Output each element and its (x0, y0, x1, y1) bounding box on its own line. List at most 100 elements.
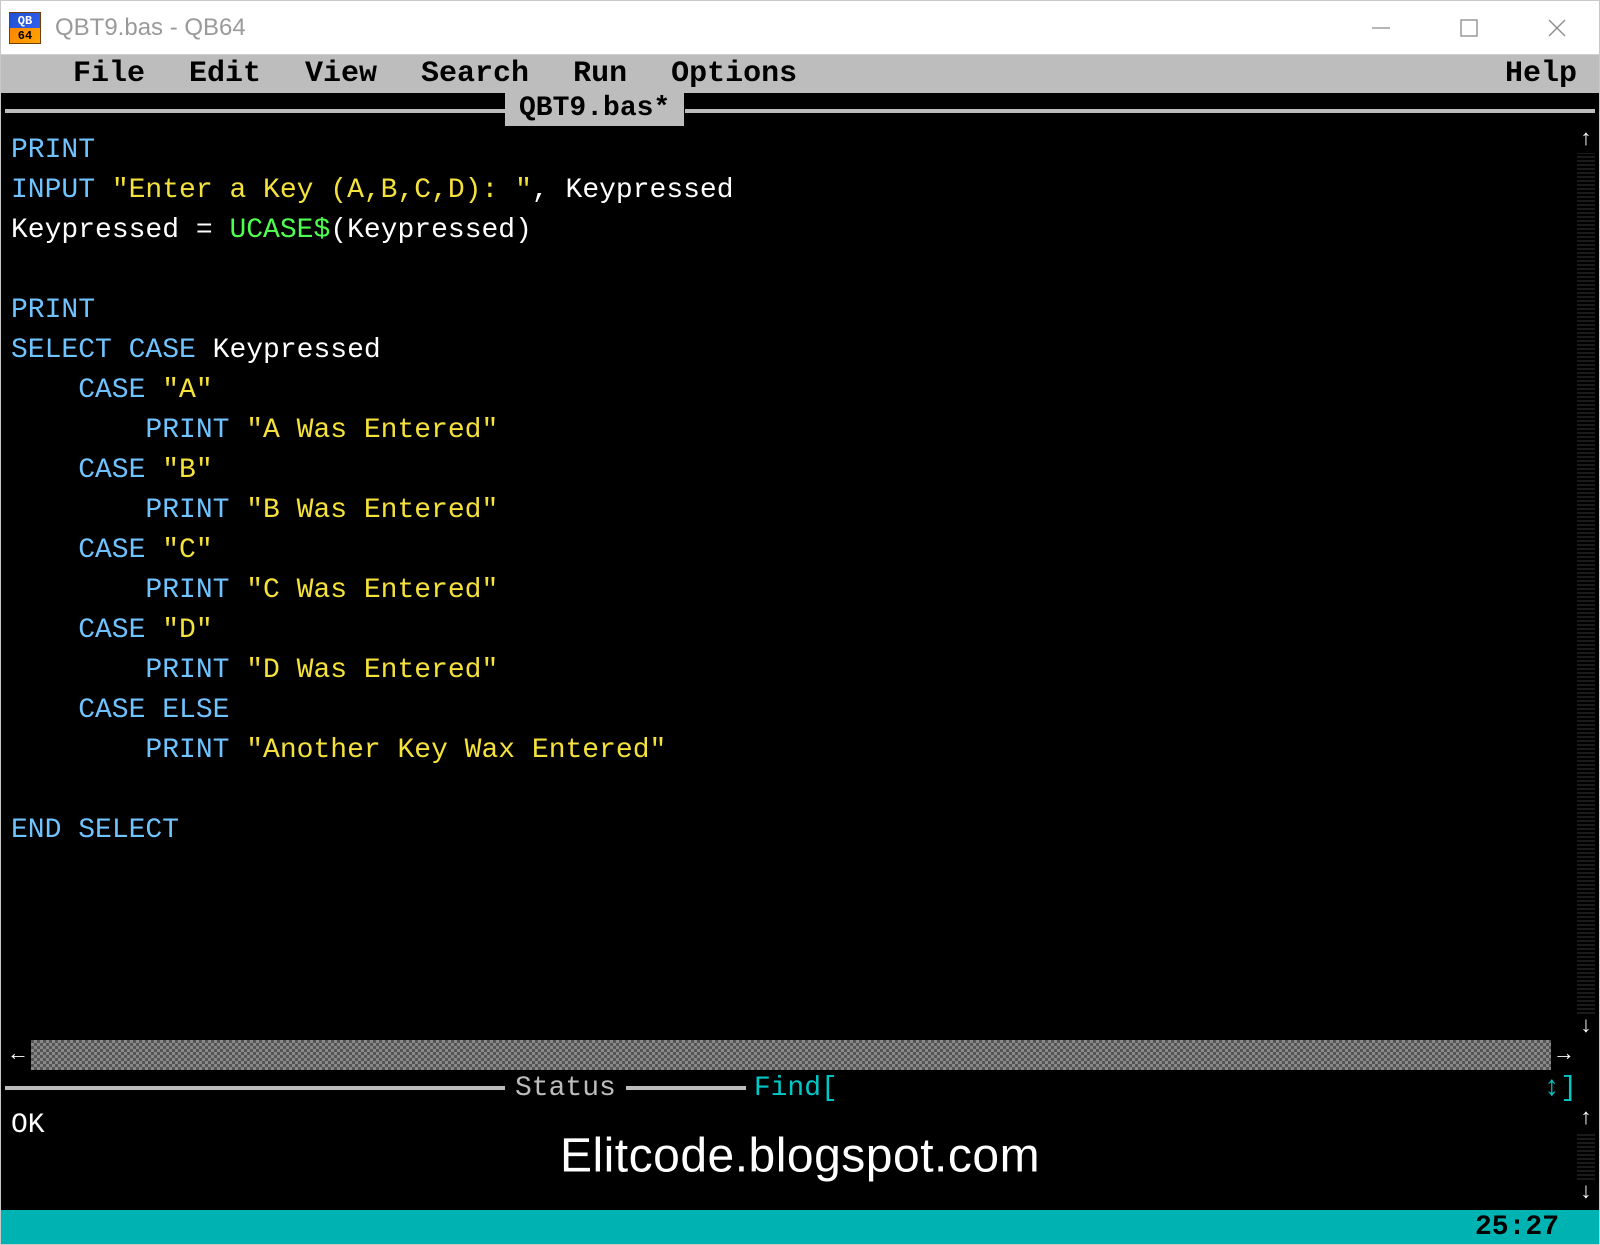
code-token: PRINT (145, 735, 246, 766)
code-row: PRINT INPUT "Enter a Key (A,B,C,D): ", Ke… (5, 127, 1595, 1040)
code-token: PRINT (145, 655, 246, 686)
code-line: CASE "B" (11, 451, 1571, 491)
menu-options[interactable]: Options (649, 55, 819, 93)
scroll-track-horizontal[interactable] (31, 1040, 1551, 1070)
horizontal-scrollbar[interactable]: ← → (5, 1040, 1577, 1070)
code-token: CASE (78, 615, 162, 646)
code-line: CASE "C" (11, 531, 1571, 571)
code-editor[interactable]: PRINT INPUT "Enter a Key (A,B,C,D): ", Ke… (5, 127, 1577, 1040)
immediate-vertical-scrollbar[interactable]: ↑ ↓ (1577, 1106, 1595, 1206)
code-line: PRINT "A Was Entered" (11, 411, 1571, 451)
close-icon (1545, 16, 1569, 40)
app-icon: QB 64 (9, 12, 41, 44)
code-token: "A Was Entered" (246, 415, 498, 446)
watermark-text: Elitcode.blogspot.com (560, 1129, 1040, 1184)
code-token: , Keypressed (532, 175, 734, 206)
ok-text: OK (11, 1110, 45, 1141)
menu-edit[interactable]: Edit (167, 55, 283, 93)
cursor-position: 25:27 (1475, 1212, 1559, 1243)
code-line: PRINT (11, 291, 1571, 331)
code-line: Keypressed = UCASE$(Keypressed) (11, 211, 1571, 251)
minimize-icon (1369, 16, 1393, 40)
code-token: PRINT (11, 295, 95, 326)
code-token: (Keypressed) (330, 215, 532, 246)
window-title: QBT9.bas - QB64 (55, 14, 246, 42)
code-token: PRINT (145, 415, 246, 446)
status-row: Status Find[ ↕] (5, 1070, 1595, 1106)
code-token: "Enter a Key (A,B,C,D): " (112, 175, 532, 206)
code-token: CASE ELSE (78, 695, 229, 726)
code-token: "Another Key Wax Entered" (246, 735, 666, 766)
scroll-right-icon[interactable]: → (1551, 1040, 1577, 1070)
app-window: QB 64 QBT9.bas - QB64 File Edit View Sea… (0, 0, 1600, 1245)
code-token: PRINT (145, 495, 246, 526)
scroll-up-icon[interactable]: ↑ (1577, 1106, 1595, 1132)
menubar: File Edit View Search Run Options Help (1, 55, 1599, 93)
code-token: "D" (162, 615, 212, 646)
code-token: PRINT (11, 135, 95, 166)
scroll-down-icon[interactable]: ↓ (1577, 1180, 1595, 1206)
window-controls (1367, 14, 1591, 42)
document-tab-row: QBT9.bas* (5, 93, 1595, 127)
app-icon-bot: 64 (10, 28, 40, 43)
code-token: SELECT CASE (11, 335, 213, 366)
document-tab[interactable]: QBT9.bas* (505, 93, 684, 126)
status-line-mid (626, 1086, 746, 1090)
code-line: INPUT "Enter a Key (A,B,C,D): ", Keypres… (11, 171, 1571, 211)
code-line: PRINT "D Was Entered" (11, 651, 1571, 691)
code-line (11, 771, 1571, 811)
code-token: "D Was Entered" (246, 655, 498, 686)
code-line (11, 251, 1571, 291)
scroll-track-vertical[interactable] (1577, 1132, 1595, 1180)
menu-help[interactable]: Help (1483, 55, 1599, 93)
code-line: PRINT "C Was Entered" (11, 571, 1571, 611)
vertical-scrollbar[interactable]: ↑ ↓ (1577, 127, 1595, 1040)
code-token: "A" (162, 375, 212, 406)
code-token: "C" (162, 535, 212, 566)
maximize-button[interactable] (1455, 14, 1483, 42)
titlebar: QB 64 QBT9.bas - QB64 (1, 1, 1599, 55)
menu-file[interactable]: File (51, 55, 167, 93)
doc-tab-line-left (5, 109, 505, 113)
code-token: PRINT (145, 575, 246, 606)
code-token: Keypressed = (11, 215, 229, 246)
app-icon-top: QB (10, 13, 40, 28)
scroll-left-icon[interactable]: ← (5, 1040, 31, 1070)
code-token: "B Was Entered" (246, 495, 498, 526)
code-line: SELECT CASE Keypressed (11, 331, 1571, 371)
maximize-icon (1458, 17, 1480, 39)
menu-spacer (819, 55, 1483, 93)
find-input-label[interactable]: Find[ (754, 1073, 838, 1104)
code-line: CASE "D" (11, 611, 1571, 651)
scroll-up-icon[interactable]: ↑ (1577, 127, 1595, 153)
code-line: CASE ELSE (11, 691, 1571, 731)
menu-view[interactable]: View (283, 55, 399, 93)
minimize-button[interactable] (1367, 14, 1395, 42)
code-token: UCASE$ (229, 215, 330, 246)
menu-run[interactable]: Run (551, 55, 649, 93)
code-token: "C Was Entered" (246, 575, 498, 606)
code-token: CASE (78, 535, 162, 566)
code-line: PRINT "B Was Entered" (11, 491, 1571, 531)
doc-tab-line-right (685, 109, 1595, 113)
status-line-left (5, 1086, 505, 1090)
code-token: "B" (162, 455, 212, 486)
scroll-down-icon[interactable]: ↓ (1577, 1014, 1595, 1040)
code-line: END SELECT (11, 811, 1571, 851)
scroll-track-vertical[interactable] (1577, 153, 1595, 1014)
code-token: END SELECT (11, 815, 179, 846)
immediate-window[interactable]: OK Elitcode.blogspot.com ↑ ↓ (5, 1106, 1595, 1206)
status-right: ↕] (1543, 1073, 1595, 1104)
code-line: PRINT (11, 131, 1571, 171)
editor-area: QBT9.bas* PRINT INPUT "Enter a Key (A,B,C… (1, 93, 1599, 1210)
close-button[interactable] (1543, 14, 1571, 42)
code-line: PRINT "Another Key Wax Entered" (11, 731, 1571, 771)
code-token: CASE (78, 375, 162, 406)
code-line: CASE "A" (11, 371, 1571, 411)
code-token: INPUT (11, 175, 112, 206)
menu-search[interactable]: Search (399, 55, 551, 93)
code-token: CASE (78, 455, 162, 486)
code-token: Keypressed (213, 335, 381, 366)
bottom-statusbar: 25:27 (1, 1210, 1599, 1244)
status-label: Status (505, 1073, 626, 1104)
